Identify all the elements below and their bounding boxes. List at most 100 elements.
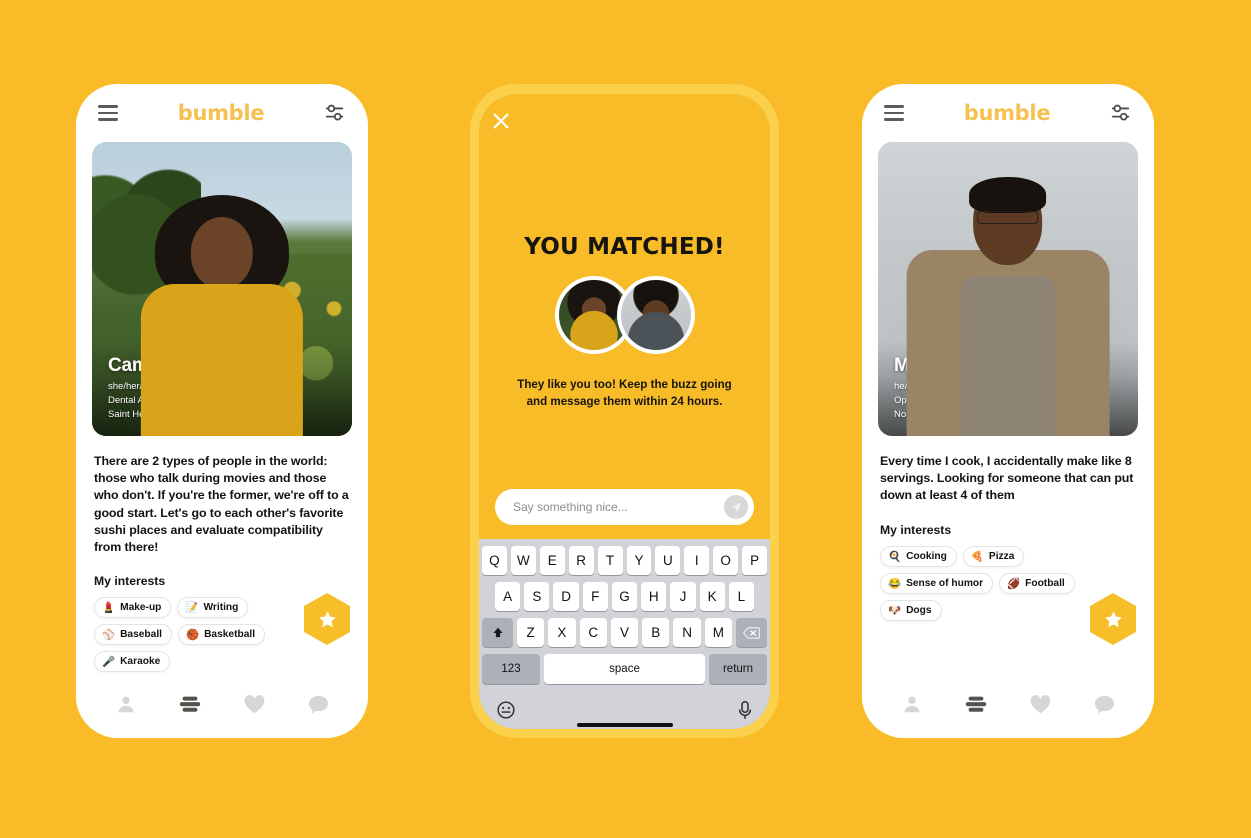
- close-icon[interactable]: [492, 112, 510, 130]
- interest-chip[interactable]: 😂 Sense of humor: [880, 572, 994, 594]
- backspace-key[interactable]: [735, 618, 767, 647]
- key-h[interactable]: H: [641, 582, 667, 611]
- interests-heading-left: My interests: [94, 574, 166, 589]
- home-indicator: [576, 723, 673, 727]
- interests-heading-right: My interests: [880, 522, 952, 537]
- keyboard-row-3: Z X C V B N M: [482, 618, 767, 647]
- key-l[interactable]: L: [728, 582, 754, 611]
- send-button[interactable]: [724, 495, 748, 519]
- key-r[interactable]: R: [568, 546, 594, 575]
- send-plane-icon: [731, 502, 741, 512]
- stacked-bars-icon[interactable]: [964, 693, 988, 715]
- interest-chip-label: Make-up: [120, 602, 162, 614]
- profile-bio-right: Every time I cook, I accidentally make l…: [880, 454, 1134, 503]
- virtual-keyboard: Q W E R T Y U I O P A S D F G H J K L Z …: [479, 539, 770, 729]
- superswipe-button[interactable]: [1090, 593, 1136, 645]
- interest-chip-list-right: 🍳 Cooking 🍕 Pizza 😂 Sense of humor 🏈 Footbal…: [880, 545, 1112, 621]
- keyboard-row-4: 123 space return: [482, 654, 767, 684]
- photo-subject-left: [140, 194, 304, 436]
- key-b[interactable]: B: [642, 618, 670, 647]
- key-g[interactable]: G: [611, 582, 638, 611]
- heart-icon[interactable]: [1029, 694, 1052, 715]
- key-i[interactable]: I: [684, 546, 710, 575]
- key-n[interactable]: N: [673, 618, 701, 647]
- avatar-match: [616, 276, 695, 354]
- return-key[interactable]: return: [709, 654, 767, 684]
- keyboard-row-2: A S D F G H J K L: [482, 582, 767, 611]
- person-icon[interactable]: [115, 693, 137, 715]
- bumble-logo: bumble: [177, 101, 265, 125]
- emoji-icon[interactable]: [496, 700, 516, 720]
- filter-sliders-icon[interactable]: [324, 103, 346, 123]
- bottom-nav-left: [76, 676, 368, 738]
- key-s[interactable]: S: [524, 582, 550, 611]
- match-avatars: [554, 276, 695, 354]
- bottom-nav-right: [862, 676, 1154, 738]
- interest-chip[interactable]: 🏈 Football: [999, 572, 1075, 594]
- interest-chip[interactable]: 📝 Writing: [177, 597, 249, 619]
- key-v[interactable]: V: [610, 618, 639, 647]
- interest-chip[interactable]: 🏀 Basketball: [177, 624, 266, 646]
- key-f[interactable]: F: [582, 582, 608, 611]
- interest-chip[interactable]: 🐶 Dogs: [880, 599, 942, 621]
- hamburger-icon[interactable]: [884, 105, 904, 121]
- key-a[interactable]: A: [495, 582, 521, 611]
- lipstick-icon: 💄: [102, 602, 116, 615]
- phone-left: bumble Cam, 21 she/her/hers Dental Assis…: [76, 84, 368, 738]
- phone-right: bumble Mark, 26 he/him/his Operations: [862, 84, 1154, 738]
- superswipe-button[interactable]: [304, 593, 350, 645]
- profile-photo-card-left[interactable]: Cam, 21 she/her/hers Dental Assistant at…: [92, 142, 352, 436]
- key-w[interactable]: W: [510, 546, 536, 575]
- key-p[interactable]: P: [742, 546, 768, 575]
- message-input-placeholder: Say something nice...: [513, 500, 628, 514]
- hamburger-icon[interactable]: [98, 105, 118, 121]
- microphone-icon: 🎤: [102, 656, 116, 669]
- space-key[interactable]: space: [544, 654, 705, 684]
- key-k[interactable]: K: [699, 582, 725, 611]
- app-header-right: bumble: [862, 84, 1154, 142]
- match-screen: YOU MATCHED! They like you too! Keep the…: [479, 94, 770, 729]
- football-icon: 🏈: [1007, 577, 1021, 590]
- key-c[interactable]: C: [579, 618, 607, 647]
- chat-bubble-icon[interactable]: [1093, 694, 1116, 715]
- key-z[interactable]: Z: [517, 618, 545, 647]
- star-icon: [1104, 610, 1122, 627]
- key-q[interactable]: Q: [481, 546, 507, 575]
- interest-chip-label: Cooking: [906, 550, 947, 562]
- interest-chip[interactable]: 🎤 Karaoke: [94, 651, 171, 673]
- interest-chip-label: Football: [1025, 577, 1065, 589]
- person-icon[interactable]: [901, 693, 923, 715]
- stacked-bars-icon[interactable]: [178, 693, 202, 715]
- app-header-left: bumble: [76, 84, 368, 142]
- key-u[interactable]: U: [655, 546, 681, 575]
- shift-key[interactable]: [482, 618, 514, 647]
- key-y[interactable]: Y: [626, 546, 652, 575]
- message-input-box[interactable]: Say something nice...: [495, 489, 754, 525]
- numbers-key[interactable]: 123: [482, 654, 540, 684]
- interest-chip[interactable]: ⚾ Baseball: [94, 624, 172, 646]
- microphone-icon[interactable]: [737, 700, 753, 721]
- key-t[interactable]: T: [597, 546, 623, 575]
- phone-middle: YOU MATCHED! They like you too! Keep the…: [470, 84, 779, 738]
- chat-bubble-icon[interactable]: [307, 694, 330, 715]
- star-icon: [318, 610, 336, 627]
- interest-chip[interactable]: 💄 Make-up: [94, 597, 172, 619]
- key-j[interactable]: J: [670, 582, 696, 611]
- key-d[interactable]: D: [553, 582, 579, 611]
- key-x[interactable]: X: [548, 618, 576, 647]
- screenshot-root: bumble Cam, 21 she/her/hers Dental Assis…: [0, 0, 1251, 838]
- heart-icon[interactable]: [243, 694, 266, 715]
- key-m[interactable]: M: [704, 618, 732, 647]
- basketball-icon: 🏀: [185, 629, 200, 642]
- dog-icon: 🐶: [888, 604, 902, 617]
- key-o[interactable]: O: [713, 546, 739, 575]
- filter-sliders-icon[interactable]: [1110, 103, 1132, 123]
- interest-chip-label: Writing: [203, 602, 239, 614]
- pizza-icon: 🍕: [970, 550, 984, 563]
- memo-icon: 📝: [185, 602, 199, 615]
- profile-photo-card-right[interactable]: Mark, 26 he/him/his Operations Manager a…: [878, 142, 1138, 436]
- interest-chip[interactable]: 🍳 Cooking: [880, 545, 957, 567]
- match-content: YOU MATCHED! They like you too! Keep the…: [479, 94, 770, 489]
- key-e[interactable]: E: [539, 546, 565, 575]
- interest-chip[interactable]: 🍕 Pizza: [962, 545, 1025, 567]
